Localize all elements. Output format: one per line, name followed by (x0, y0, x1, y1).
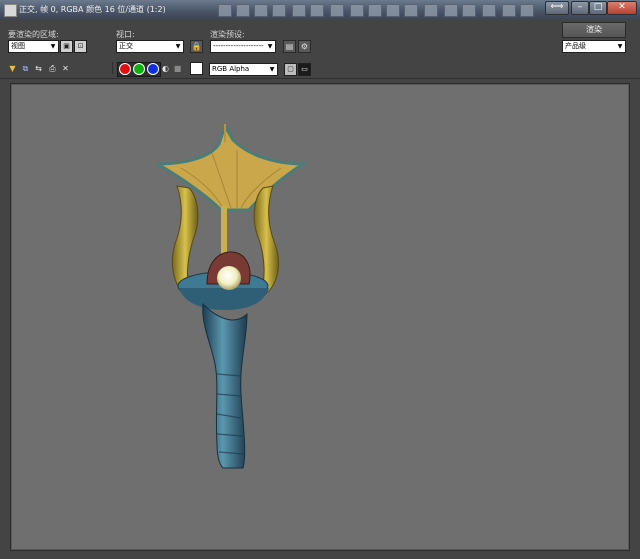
toggle-ui-icon[interactable]: ▭ (298, 63, 311, 76)
background-toolbar-icon (444, 4, 458, 17)
production-mode-dropdown[interactable]: 产品级 ▼ (562, 40, 626, 53)
area-to-render-dropdown[interactable]: 视图 ▼ (8, 40, 59, 53)
background-toolbar-icon (236, 4, 250, 17)
crop-region-icon[interactable]: ⊡ (74, 40, 87, 53)
chevron-down-icon: ▼ (269, 66, 275, 73)
background-toolbar-icon (482, 4, 496, 17)
channel-toggle-group (117, 62, 161, 77)
window-title: 正交, 帧 0, RGBA 颜色 16 位/通道 (1:2) (19, 5, 166, 14)
viewport-label: 视口: (116, 30, 135, 39)
maximize-button[interactable]: □ (589, 1, 607, 15)
background-toolbar-icon (462, 4, 476, 17)
divider (112, 62, 113, 74)
edit-region-icon[interactable]: ▣ (60, 40, 73, 53)
viewport-dropdown[interactable]: 正交 ▼ (116, 40, 184, 53)
background-toolbar-icon (254, 4, 268, 17)
chevron-down-icon: ▼ (175, 43, 181, 50)
scepter-render (156, 122, 309, 469)
background-toolbar-icon (272, 4, 286, 17)
save-image-icon[interactable]: ▼ (7, 63, 18, 74)
alpha-icon[interactable]: ◐ (160, 63, 171, 74)
render-preset-dropdown[interactable]: -------------------- ▼ (210, 40, 276, 53)
chevron-down-icon: ▼ (50, 43, 56, 50)
handle-shape (202, 302, 248, 469)
app-icon (4, 4, 17, 17)
mono-icon[interactable]: ■ (172, 63, 183, 74)
channel-display-dropdown[interactable]: RGB Alpha ▼ (209, 63, 278, 76)
blue-channel-toggle[interactable] (148, 64, 158, 74)
render-toolbar (0, 20, 640, 79)
green-channel-toggle[interactable] (134, 64, 144, 74)
background-toolbar-icon (386, 4, 400, 17)
restore-icon[interactable]: ⟺ (545, 1, 569, 15)
background-toolbar-icon (218, 4, 232, 17)
production-mode-value: 产品级 (565, 42, 586, 50)
render-setup-icon[interactable]: ⚙ (298, 40, 311, 53)
background-toolbar-icon (520, 4, 534, 17)
background-toolbar-icon (310, 4, 324, 17)
roof-shape (156, 122, 309, 212)
chevron-down-icon: ▼ (267, 43, 273, 50)
title-bar: 正交, 帧 0, RGBA 颜色 16 位/通道 (1:2) ⟺ – □ ✕ (0, 0, 640, 20)
render-preset-value: -------------------- (213, 42, 264, 50)
background-toolbar-icon (350, 4, 364, 17)
background-toolbar-icon (424, 4, 438, 17)
clear-icon[interactable]: ✕ (60, 63, 71, 74)
render-preset-label: 渲染预设: (210, 30, 245, 39)
background-toolbar-icon (292, 4, 306, 17)
viewport-value: 正交 (119, 42, 133, 50)
pearl-shape (217, 266, 241, 290)
red-channel-toggle[interactable] (120, 64, 130, 74)
background-toolbar-icon (368, 4, 382, 17)
background-toolbar-icon (502, 4, 516, 17)
clone-window-icon[interactable]: ⇆ (33, 63, 44, 74)
area-to-render-value: 视图 (11, 42, 25, 50)
color-swatch-icon[interactable] (190, 62, 203, 75)
render-button[interactable]: 渲染 (562, 22, 626, 38)
area-to-render-label: 要渲染的区域: (8, 30, 59, 39)
close-button[interactable]: ✕ (607, 1, 637, 15)
print-icon[interactable]: ⎙ (47, 63, 58, 74)
channel-display-value: RGB Alpha (212, 65, 250, 73)
chevron-down-icon: ▼ (617, 43, 623, 50)
background-toolbar-icon (330, 4, 344, 17)
environment-icon[interactable]: ▤ (283, 40, 296, 53)
minimize-button[interactable]: – (571, 1, 589, 15)
render-frame-viewport[interactable] (10, 83, 630, 551)
copy-image-icon[interactable]: ⧉ (20, 63, 31, 74)
toggle-ui-overlay-icon[interactable]: ▢ (284, 63, 297, 76)
background-toolbar-icon (404, 4, 418, 17)
lock-icon[interactable]: 🔒 (190, 40, 203, 53)
